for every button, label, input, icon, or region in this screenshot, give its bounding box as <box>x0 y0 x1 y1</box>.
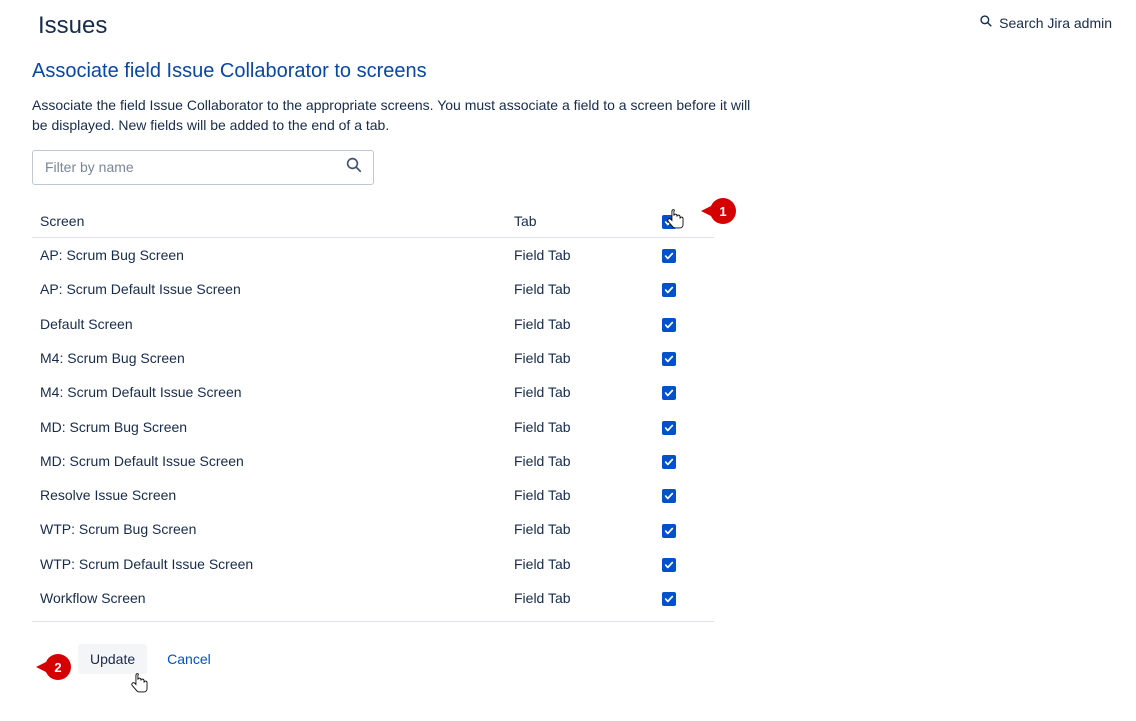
table-row: AP: Scrum Default Issue ScreenField Tab <box>32 272 714 306</box>
row-checkbox[interactable] <box>662 455 676 469</box>
cell-tab: Field Tab <box>506 409 654 443</box>
cell-tab: Field Tab <box>506 306 654 340</box>
cell-tab: Field Tab <box>506 478 654 512</box>
table-row: WTP: Scrum Default Issue ScreenField Tab <box>32 547 714 581</box>
col-header-tab: Tab <box>506 207 654 238</box>
row-checkbox[interactable] <box>662 558 676 572</box>
table-row: MD: Scrum Bug ScreenField Tab <box>32 409 714 443</box>
row-checkbox[interactable] <box>662 421 676 435</box>
cell-tab: Field Tab <box>506 512 654 546</box>
search-icon[interactable] <box>345 156 363 179</box>
screens-table: Screen Tab AP: Scrum Bug ScreenField Tab… <box>32 207 714 616</box>
sub-title: Associate field Issue Collaborator to sc… <box>32 60 1112 83</box>
table-row: MD: Scrum Default Issue ScreenField Tab <box>32 444 714 478</box>
cell-screen: MD: Scrum Default Issue Screen <box>32 444 506 478</box>
page-title: Issues <box>38 12 107 40</box>
row-checkbox[interactable] <box>662 318 676 332</box>
table-row: Resolve Issue ScreenField Tab <box>32 478 714 512</box>
row-checkbox[interactable] <box>662 283 676 297</box>
search-icon <box>979 14 993 31</box>
cursor-hand-icon <box>129 672 151 698</box>
update-button[interactable]: Update <box>78 644 147 674</box>
row-checkbox[interactable] <box>662 489 676 503</box>
table-row: Default ScreenField Tab <box>32 306 714 340</box>
cancel-link[interactable]: Cancel <box>167 651 211 667</box>
description-text: Associate the field Issue Collaborator t… <box>32 95 752 136</box>
table-row: AP: Scrum Bug ScreenField Tab <box>32 237 714 272</box>
cell-screen: M4: Scrum Bug Screen <box>32 341 506 375</box>
row-checkbox[interactable] <box>662 249 676 263</box>
cell-screen: Workflow Screen <box>32 581 506 615</box>
filter-container <box>32 150 374 185</box>
cell-tab: Field Tab <box>506 341 654 375</box>
cell-tab: Field Tab <box>506 272 654 306</box>
row-checkbox[interactable] <box>662 524 676 538</box>
cell-screen: Default Screen <box>32 306 506 340</box>
filter-input[interactable] <box>43 158 345 176</box>
table-row: M4: Scrum Default Issue ScreenField Tab <box>32 375 714 409</box>
table-row: Workflow ScreenField Tab <box>32 581 714 615</box>
row-checkbox[interactable] <box>662 386 676 400</box>
cell-screen: WTP: Scrum Default Issue Screen <box>32 547 506 581</box>
cell-screen: MD: Scrum Bug Screen <box>32 409 506 443</box>
cell-tab: Field Tab <box>506 237 654 272</box>
row-checkbox[interactable] <box>662 352 676 366</box>
cell-tab: Field Tab <box>506 375 654 409</box>
table-row: M4: Scrum Bug ScreenField Tab <box>32 341 714 375</box>
cell-screen: Resolve Issue Screen <box>32 478 506 512</box>
cell-screen: AP: Scrum Default Issue Screen <box>32 272 506 306</box>
row-checkbox[interactable] <box>662 592 676 606</box>
cell-screen: WTP: Scrum Bug Screen <box>32 512 506 546</box>
search-admin-label: Search Jira admin <box>999 15 1112 31</box>
cell-screen: M4: Scrum Default Issue Screen <box>32 375 506 409</box>
search-jira-admin-link[interactable]: Search Jira admin <box>979 14 1112 31</box>
cell-tab: Field Tab <box>506 581 654 615</box>
col-header-screen: Screen <box>32 207 506 238</box>
cell-tab: Field Tab <box>506 444 654 478</box>
cell-screen: AP: Scrum Bug Screen <box>32 237 506 272</box>
table-row: WTP: Scrum Bug ScreenField Tab <box>32 512 714 546</box>
select-all-checkbox[interactable] <box>662 215 676 229</box>
cell-tab: Field Tab <box>506 547 654 581</box>
